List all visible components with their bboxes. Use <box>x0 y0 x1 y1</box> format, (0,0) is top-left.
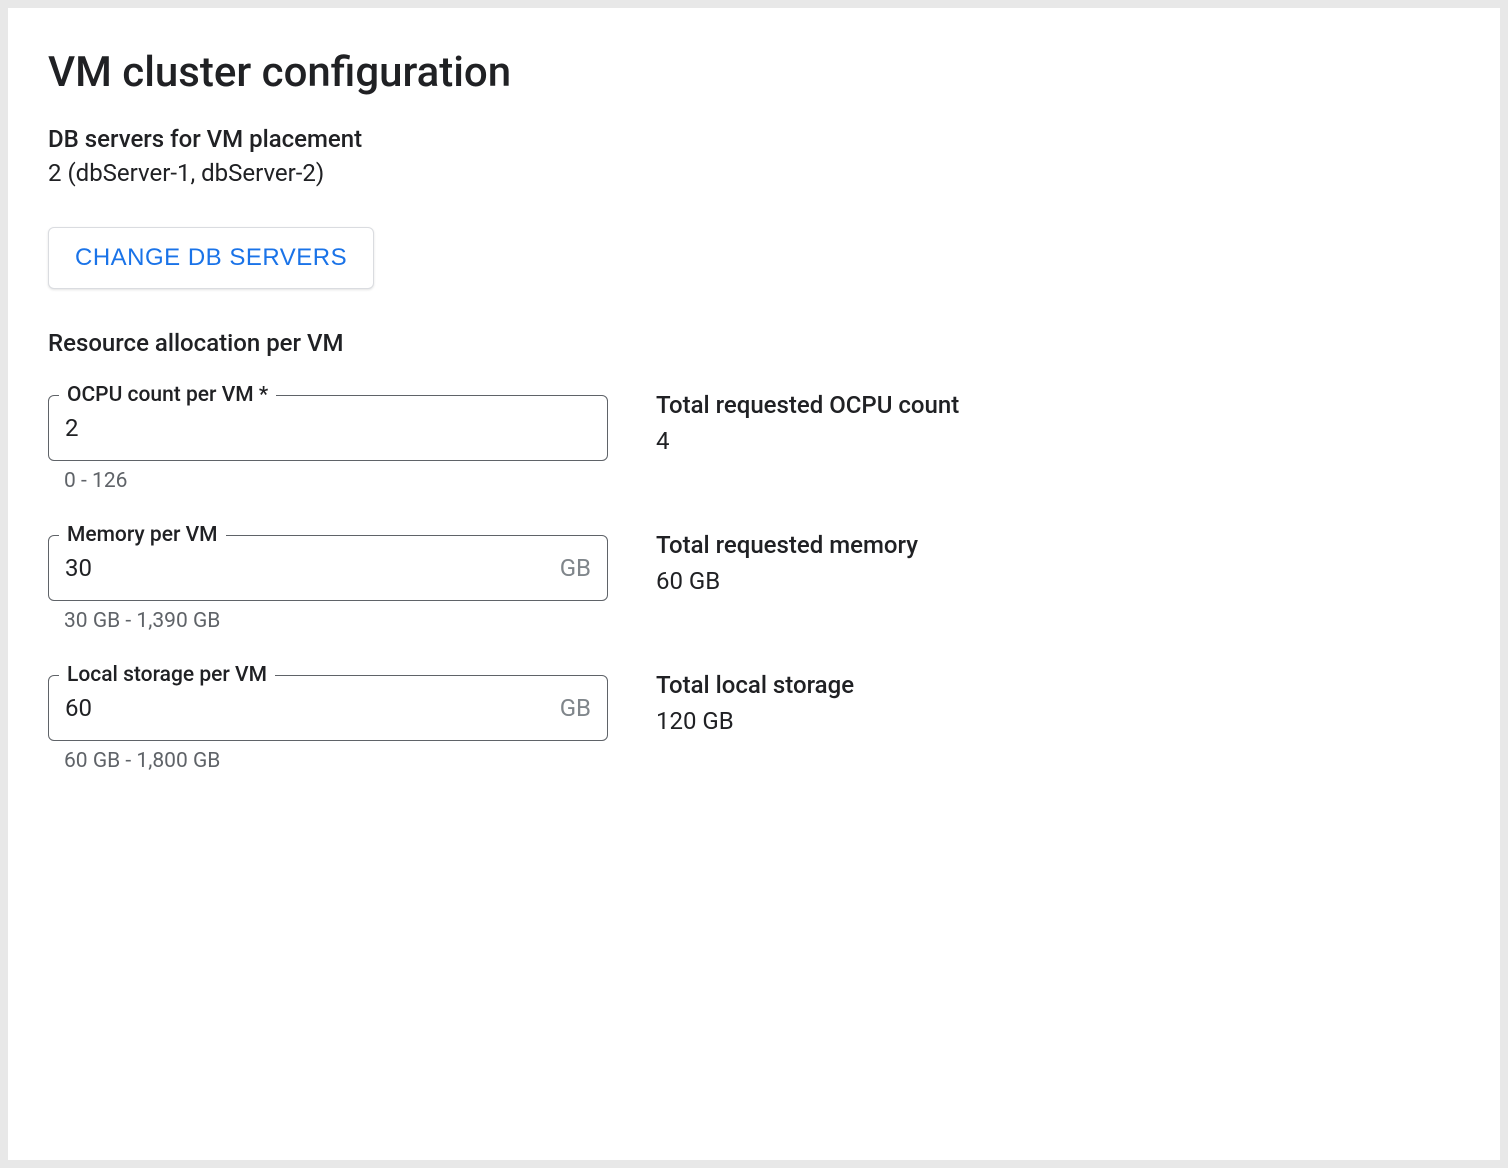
memory-input[interactable] <box>65 554 552 582</box>
memory-total-value: 60 GB <box>656 567 1460 595</box>
memory-suffix: GB <box>560 554 591 582</box>
vm-cluster-config-panel: VM cluster configuration DB servers for … <box>8 8 1500 1160</box>
ocpu-field: OCPU count per VM * <box>48 385 608 461</box>
db-servers-value: 2 (dbServer-1, dbServer-2) <box>48 159 1460 187</box>
memory-field: Memory per VM GB <box>48 525 608 601</box>
storage-field: Local storage per VM GB <box>48 665 608 741</box>
resource-allocation-label: Resource allocation per VM <box>48 329 1460 357</box>
ocpu-total-label: Total requested OCPU count <box>656 391 1460 419</box>
storage-suffix: GB <box>560 694 591 722</box>
ocpu-helper: 0 - 126 <box>64 469 608 493</box>
memory-row: Memory per VM GB 30 GB - 1,390 GB Total … <box>48 525 1460 633</box>
ocpu-row: OCPU count per VM * 0 - 126 Total reques… <box>48 385 1460 493</box>
storage-field-label: Local storage per VM <box>59 665 275 686</box>
memory-helper: 30 GB - 1,390 GB <box>64 609 608 633</box>
ocpu-field-label: OCPU count per VM * <box>59 385 276 406</box>
ocpu-input[interactable] <box>65 414 591 442</box>
storage-total-label: Total local storage <box>656 671 1460 699</box>
ocpu-total-value: 4 <box>656 427 1460 455</box>
db-servers-label: DB servers for VM placement <box>48 125 1460 153</box>
memory-field-label: Memory per VM <box>59 525 226 546</box>
page-title: VM cluster configuration <box>48 48 1460 97</box>
storage-helper: 60 GB - 1,800 GB <box>64 749 608 773</box>
storage-input[interactable] <box>65 694 552 722</box>
storage-total-value: 120 GB <box>656 707 1460 735</box>
storage-row: Local storage per VM GB 60 GB - 1,800 GB… <box>48 665 1460 773</box>
memory-total-label: Total requested memory <box>656 531 1460 559</box>
change-db-servers-button[interactable]: CHANGE DB SERVERS <box>48 227 374 289</box>
